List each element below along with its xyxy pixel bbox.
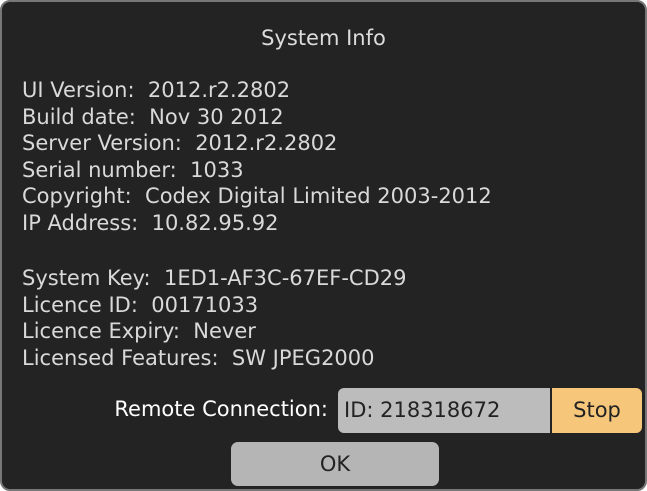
remote-connection-id-field: ID: 218318672 (338, 388, 550, 433)
ip-address-row: IP Address: 10.82.95.92 (22, 210, 279, 235)
build-date-row: Build date: Nov 30 2012 (22, 104, 284, 129)
ok-button[interactable]: OK (231, 442, 439, 486)
system-info-list: UI Version: 2012.r2.2802 Build date: Nov… (22, 77, 492, 236)
licence-info-list: System Key: 1ED1-AF3C-67EF-CD29 Licence … (22, 265, 406, 371)
copyright-row: Copyright: Codex Digital Limited 2003-20… (22, 184, 492, 208)
system-key-row: System Key: 1ED1-AF3C-67EF-CD29 (22, 266, 407, 290)
server-version-row: Server Version: 2012.r2.2802 (22, 131, 338, 155)
dialog-title: System Info (261, 26, 386, 50)
licence-id-row: Licence ID: 00171033 (22, 292, 259, 317)
licence-expiry-row: Licence Expiry: Never (22, 319, 256, 343)
serial-number-row: Serial number: 1033 (22, 157, 244, 182)
licensed-features-row: Licensed Features: SW JPEG2000 (22, 345, 375, 370)
remote-connection-label: Remote Connection: (114, 397, 328, 421)
ui-version-row: UI Version: 2012.r2.2802 (22, 78, 291, 102)
stop-button[interactable]: Stop (552, 388, 642, 433)
system-info-dialog: System Info UI Version: 2012.r2.2802 Bui… (0, 0, 647, 491)
